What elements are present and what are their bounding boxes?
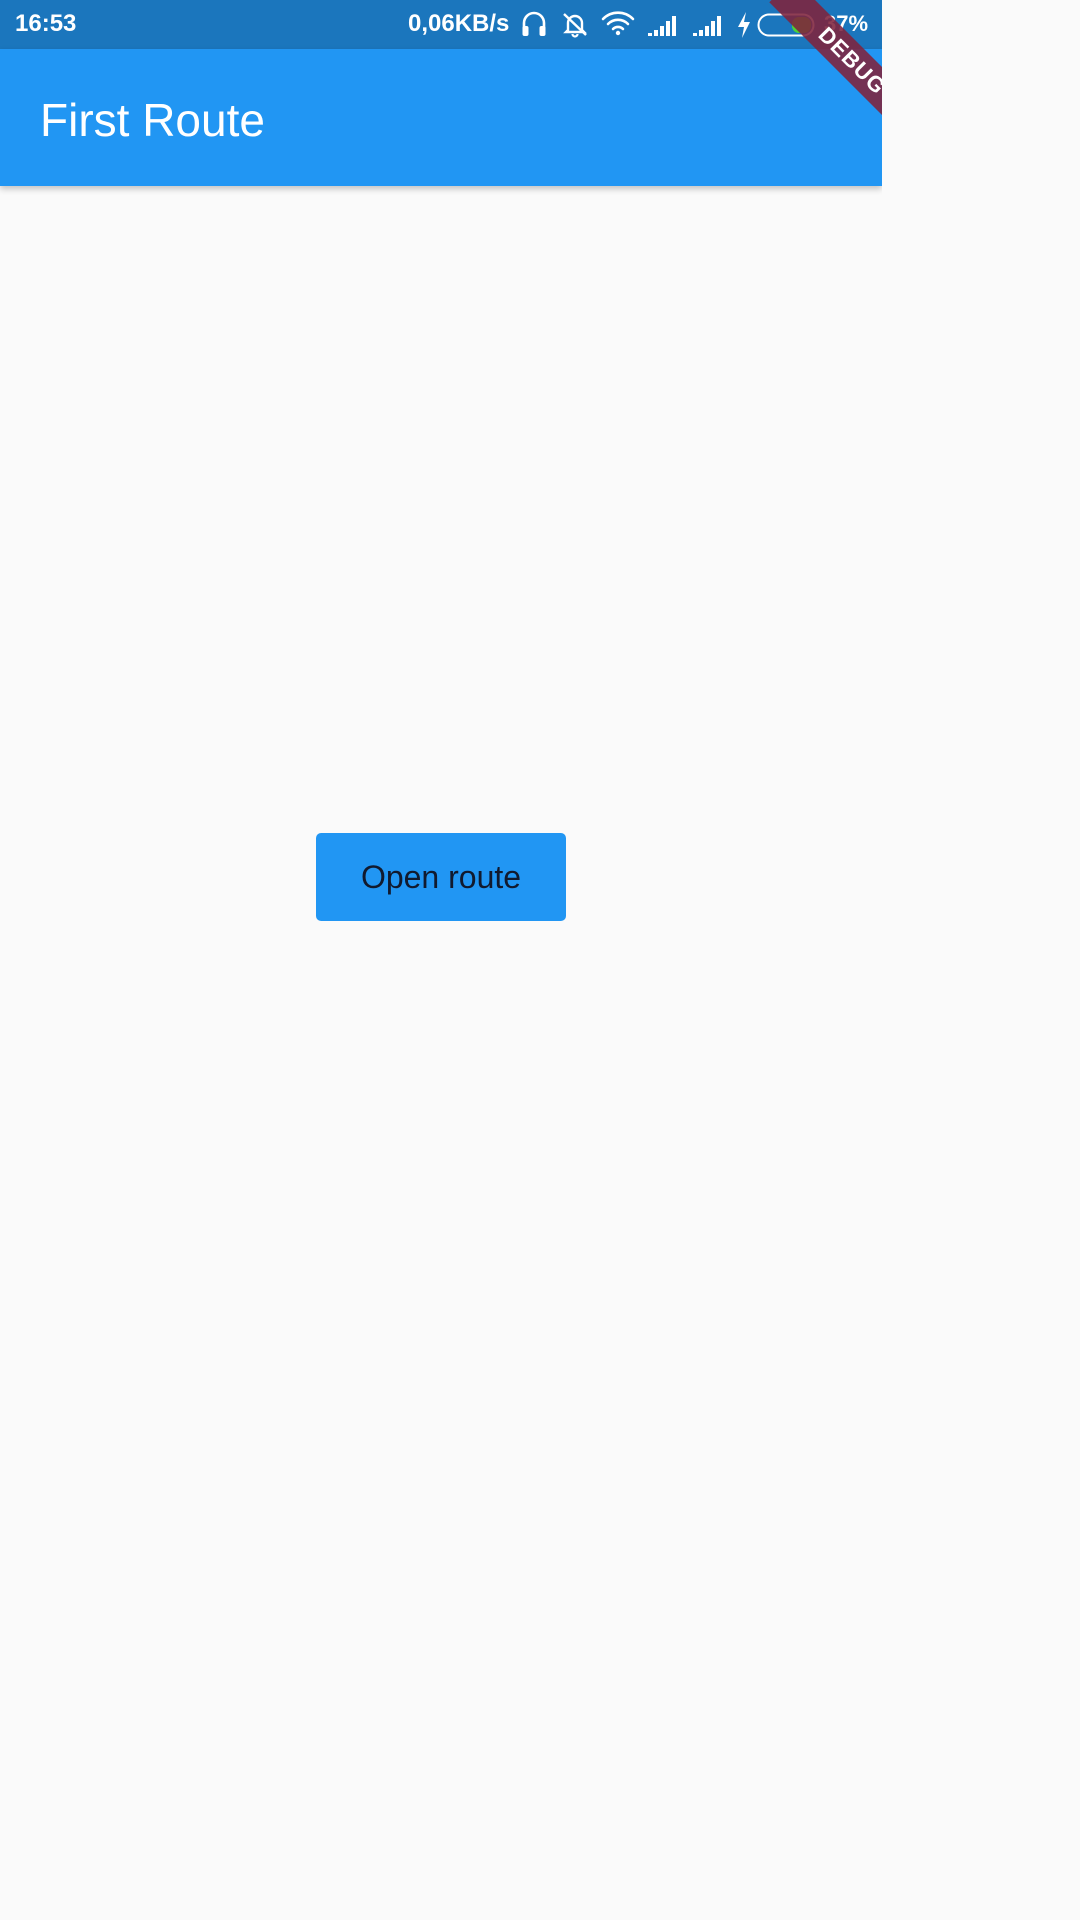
charging-bolt-icon: [738, 12, 750, 38]
status-time: 16:53: [15, 10, 77, 37]
signal-icon: [693, 16, 721, 36]
headphones-icon: [522, 11, 546, 36]
signal-icon: [648, 16, 676, 36]
battery-percent: 37%: [824, 11, 869, 36]
network-speed: 0,06KB/s: [408, 10, 510, 37]
battery-icon: [757, 13, 815, 37]
wifi-icon: [601, 11, 635, 36]
bell-off-icon: [563, 13, 587, 38]
page-title: First Route: [40, 94, 265, 146]
app-bar: First Route: [0, 49, 882, 186]
status-bar: 16:53 0,06KB/s 37%: [0, 0, 882, 49]
open-route-button[interactable]: Open route: [316, 833, 566, 921]
screen: 16:53 0,06KB/s 37% DEBUG First Route Ope…: [0, 0, 882, 1568]
